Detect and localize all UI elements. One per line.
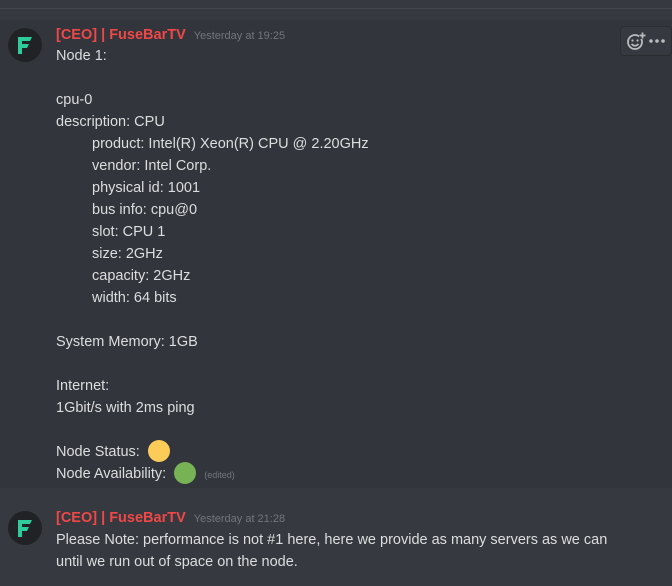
message-line: Node 1: (56, 48, 107, 64)
message-toolbar (620, 26, 672, 56)
message-line: cpu-0 (56, 92, 93, 108)
message-line: size: 2GHz (92, 246, 163, 262)
message-content: Please Note: performance is not #1 here,… (56, 529, 607, 573)
fusebar-logo-icon (18, 520, 32, 537)
yellow-circle-icon[interactable] (147, 440, 170, 463)
node-status-label: Node Status: (56, 444, 140, 460)
avatar[interactable] (8, 511, 42, 545)
message-line: physical id: 1001 (92, 180, 201, 196)
more-options-icon[interactable] (647, 31, 667, 51)
edited-label: (edited) (204, 470, 235, 480)
timestamp[interactable]: Yesterday at 19:25 (194, 30, 285, 42)
message-line: System Memory: 1GB (56, 334, 198, 350)
message-divider (0, 8, 672, 9)
node-availability-line: Node Availability: (edited) (56, 462, 369, 485)
timestamp[interactable]: Yesterday at 21:28 (194, 513, 285, 525)
message-line: Internet: (56, 378, 110, 394)
message-header: [CEO] | FuseBarTV Yesterday at 19:25 (56, 27, 285, 43)
fusebar-logo-icon (18, 37, 32, 54)
username[interactable]: [CEO] | FuseBarTV (56, 510, 186, 526)
message-line: Please Note: performance is not #1 here,… (56, 532, 608, 548)
message-line: bus info: cpu@0 (92, 202, 198, 218)
message-line: capacity: 2GHz (92, 268, 191, 284)
message-line: width: 64 bits (92, 290, 177, 306)
message-header: [CEO] | FuseBarTV Yesterday at 21:28 (56, 510, 285, 526)
message-line: 1Gbit/s with 2ms ping (56, 400, 195, 416)
node-availability-label: Node Availability: (56, 466, 167, 482)
message-line: description: CPU (56, 114, 165, 130)
message-line: slot: CPU 1 (92, 224, 166, 240)
username[interactable]: [CEO] | FuseBarTV (56, 27, 186, 43)
message-line: until we run out of space on the node. (56, 554, 298, 570)
message-line: vendor: Intel Corp. (92, 158, 212, 174)
emoji-add-icon[interactable] (626, 31, 646, 51)
message-line: product: Intel(R) Xeon(R) CPU @ 2.20GHz (92, 136, 369, 152)
green-circle-icon[interactable] (174, 462, 197, 485)
avatar[interactable] (8, 28, 42, 62)
node-status-line: Node Status: (56, 440, 369, 463)
message-content: Node 1: cpu-0 description: CPU product: … (56, 45, 369, 485)
